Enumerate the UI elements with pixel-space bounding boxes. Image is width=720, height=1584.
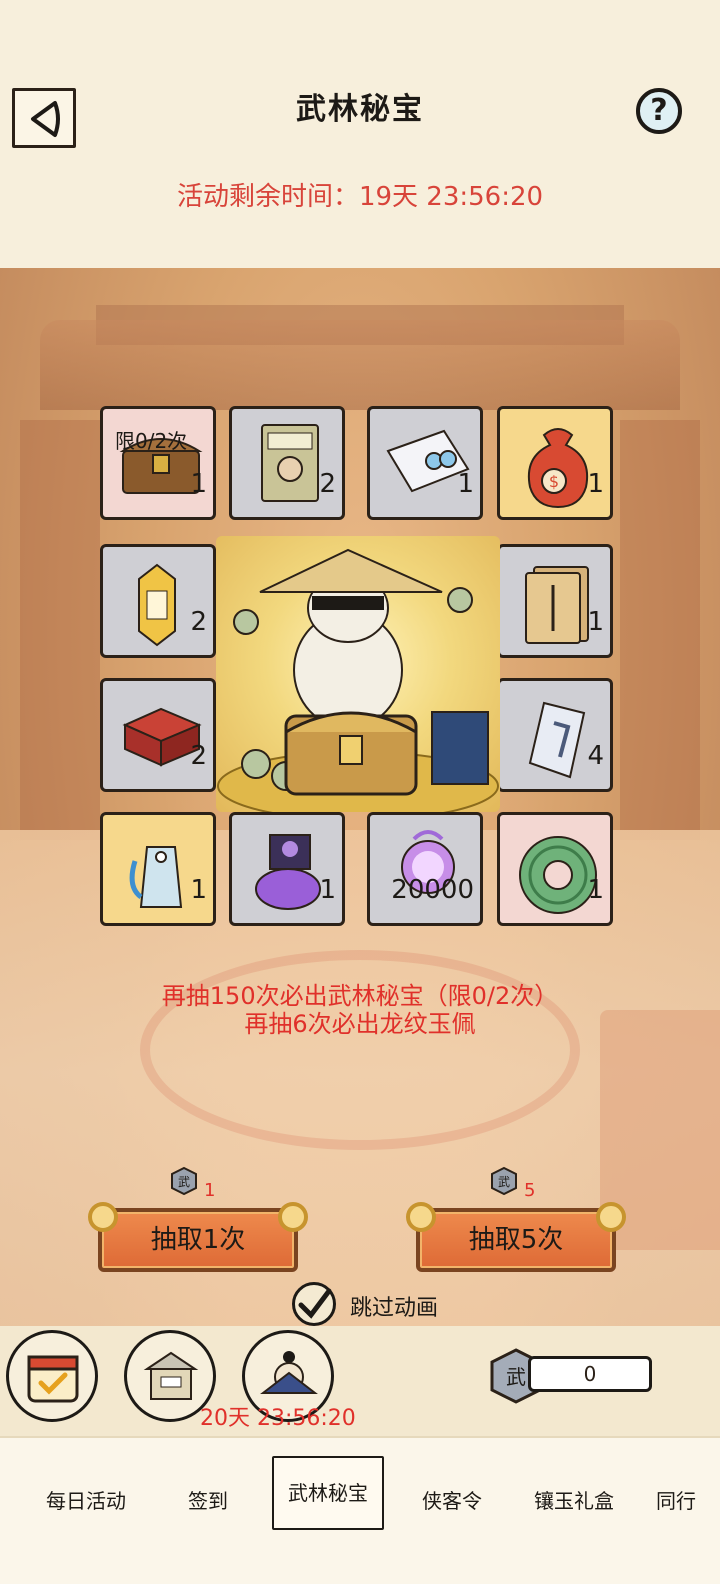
pity-note-pendant: 再抽6次必出龙纹玉佩	[244, 1010, 476, 1038]
reward-quantity: 2	[190, 741, 207, 771]
daily-calendar-shortcut[interactable]	[6, 1330, 98, 1422]
background-pillar-right	[620, 420, 700, 840]
help-button[interactable]: ?	[636, 88, 682, 134]
svg-text:$: $	[549, 472, 559, 491]
status-bar	[0, 0, 720, 70]
skip-animation-label: 跳过动画	[350, 1296, 439, 1321]
page-title: 武林秘宝	[296, 92, 424, 127]
background-roof	[40, 320, 680, 410]
hero-portrait-icon	[260, 1351, 318, 1394]
wulin-token-balance: 武 0	[486, 1346, 656, 1404]
tab-xiake-order[interactable]: 侠客令	[410, 1476, 494, 1526]
reward-cell-spirit-orb[interactable]: 20000	[367, 812, 483, 926]
reward-cell-blade-scroll[interactable]: 4	[497, 678, 613, 792]
svg-text:武: 武	[506, 1365, 526, 1389]
svg-text:武: 武	[178, 1175, 190, 1189]
reward-quantity: 1	[190, 875, 207, 905]
reward-cell-poison-bag[interactable]: 1	[229, 812, 345, 926]
reward-cell-dragon-jade-pendant[interactable]: 1	[497, 812, 613, 926]
draw-one-cost: 1	[204, 1180, 216, 1201]
checkmark-icon	[298, 1288, 332, 1319]
token-count: 0	[528, 1356, 652, 1392]
reward-cell-letter-with-pearls[interactable]: 1	[367, 406, 483, 520]
calendar-icon	[27, 1355, 79, 1403]
reward-quantity: 2	[190, 607, 207, 637]
reward-quantity: 20000	[391, 875, 474, 905]
reward-cell-treasure-chest[interactable]: 限0/2次 1	[100, 406, 216, 520]
draw-five-button[interactable]: 抽取5次	[406, 1202, 626, 1272]
reward-cell-money-bag[interactable]: $ 1	[497, 406, 613, 520]
reward-quantity: 1	[190, 469, 207, 499]
shop-stall-icon	[143, 1351, 199, 1400]
wulin-token-icon: 武	[171, 1166, 197, 1196]
shortcut-timer: 20天 23:56:20	[200, 1406, 356, 1431]
event-remaining-timer: 活动剩余时间：19天 23:56:20	[176, 182, 544, 212]
draw-limit-label: 限0/2次	[115, 429, 188, 453]
reward-cell-red-jewel-box[interactable]: 2	[100, 678, 216, 792]
tab-companion[interactable]: 同行	[646, 1476, 706, 1526]
reward-cell-jade-tag[interactable]: 1	[100, 812, 216, 926]
tab-check-in[interactable]: 签到	[168, 1476, 248, 1526]
reward-quantity: 1	[319, 875, 336, 905]
reward-quantity: 2	[319, 469, 336, 499]
reward-quantity: 1	[587, 875, 604, 905]
skip-animation-checkbox[interactable]	[292, 1282, 336, 1326]
reward-quantity: 1	[587, 607, 604, 637]
tab-wulin-treasure[interactable]: 武林秘宝	[272, 1456, 384, 1530]
tab-jade-gift-box[interactable]: 镶玉礼盒	[520, 1476, 628, 1526]
svg-text:武: 武	[498, 1175, 510, 1189]
wulin-token-icon: 武	[491, 1166, 517, 1196]
background-pillar-left	[20, 420, 100, 840]
reward-cell-gold-token[interactable]: 2	[100, 544, 216, 658]
draw-five-cost: 5	[524, 1180, 536, 1201]
reward-quantity: 1	[587, 469, 604, 499]
draw-one-button[interactable]: 抽取1次	[88, 1202, 308, 1272]
panda-with-treasure-illustration	[217, 548, 499, 812]
reward-cell-manual-book[interactable]: 2	[229, 406, 345, 520]
reward-quantity: 4	[587, 741, 604, 771]
tab-daily-activity[interactable]: 每日活动	[30, 1476, 142, 1526]
reward-cell-hire-voucher[interactable]: 1	[497, 544, 613, 658]
grand-prize-panda-art	[216, 536, 500, 812]
reward-quantity: 1	[457, 469, 474, 499]
